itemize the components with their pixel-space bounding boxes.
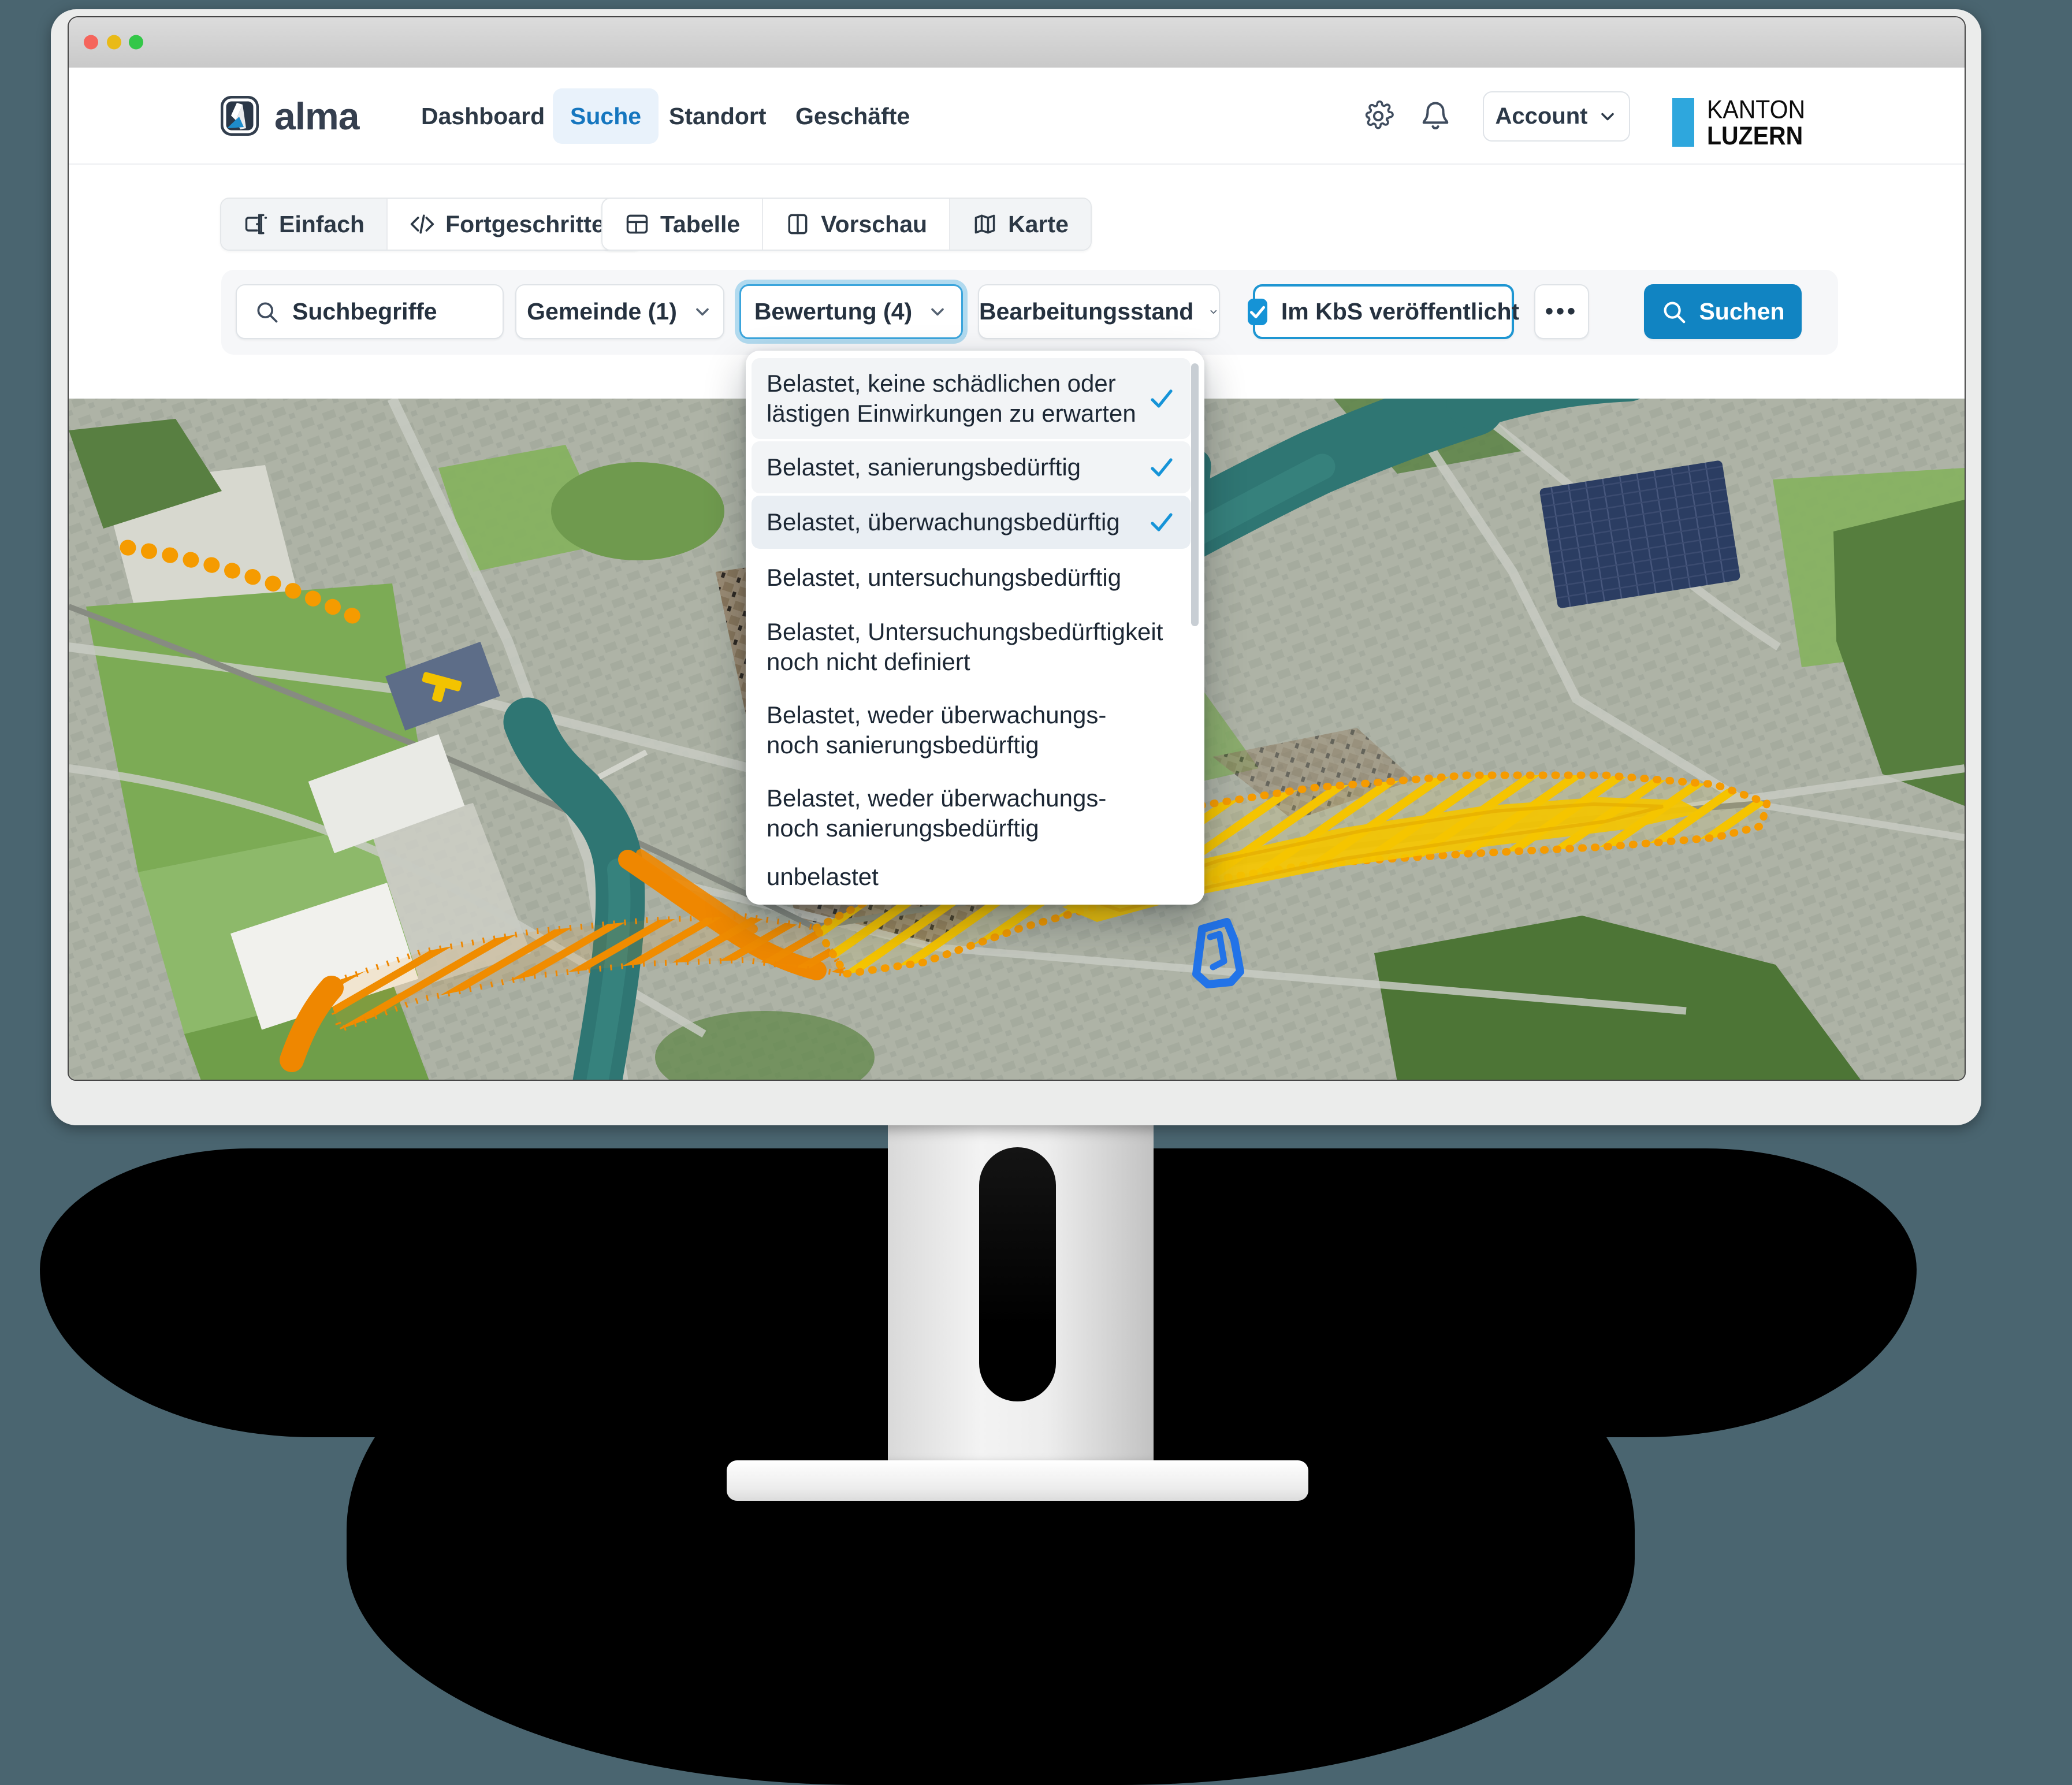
code-brackets-icon bbox=[410, 211, 435, 237]
suchen-button-label: Suchen bbox=[1699, 298, 1784, 325]
bewertung-filter-dropdown[interactable]: Bewertung (4) bbox=[739, 284, 963, 339]
nav-item-standort[interactable]: Standort bbox=[669, 88, 767, 144]
gemeinde-filter-label: Gemeinde (1) bbox=[527, 298, 677, 325]
kbs-published-label: Im KbS veröffentlicht bbox=[1281, 298, 1519, 325]
dropdown-option-label: Belastet, keine schädlichen oder lästige… bbox=[767, 369, 1148, 429]
dropdown-option-label: Belastet, weder überwachungs- noch sanie… bbox=[767, 783, 1176, 843]
search-mode-tabs: Einfach Fortgeschritten bbox=[220, 198, 642, 251]
monitor-stand-cable-slot bbox=[979, 1147, 1056, 1401]
kbs-published-toggle[interactable]: Im KbS veröffentlicht bbox=[1253, 284, 1514, 339]
bewertung-filter-label: Bewertung (4) bbox=[754, 298, 912, 325]
check-icon bbox=[1148, 385, 1176, 412]
dropdown-option-label: Belastet, überwachungsbedürftig bbox=[767, 507, 1148, 537]
account-label: Account bbox=[1496, 103, 1588, 129]
dropdown-option[interactable]: unbelastet bbox=[752, 856, 1191, 898]
chevron-down-icon bbox=[927, 302, 948, 322]
dropdown-option-label: Belastet, sanierungsbedürftig bbox=[767, 452, 1148, 482]
dropdown-option-label: Belastet, weder überwachungs- noch sanie… bbox=[767, 700, 1176, 760]
tab-karte-label: Karte bbox=[1008, 211, 1069, 238]
map-icon bbox=[972, 211, 998, 237]
bearbeitungsstand-filter-dropdown[interactable]: Bearbeitungsstand bbox=[978, 284, 1220, 339]
search-icon bbox=[254, 299, 280, 325]
suchen-button[interactable]: Suchen bbox=[1644, 284, 1802, 339]
window-titlebar bbox=[69, 17, 1965, 69]
chevron-down-icon bbox=[692, 302, 713, 322]
search-icon bbox=[1661, 299, 1687, 325]
kanton-line1: KANTON bbox=[1707, 96, 1805, 122]
dropdown-option[interactable]: Belastet, weder überwachungs- noch sanie… bbox=[752, 773, 1191, 854]
monitor-stand-base bbox=[727, 1460, 1308, 1501]
chevron-down-icon bbox=[1208, 302, 1219, 322]
kanton-line2: LUZERN bbox=[1707, 122, 1805, 148]
tab-tabelle-label: Tabelle bbox=[660, 211, 740, 238]
dropdown-option-label: Belastet, untersuchungsbedürftig bbox=[767, 563, 1176, 593]
account-menu-button[interactable]: Account bbox=[1483, 91, 1630, 142]
dropdown-scrollbar-thumb[interactable] bbox=[1191, 363, 1199, 626]
window-close-button[interactable] bbox=[84, 35, 98, 50]
chevron-down-icon bbox=[1597, 106, 1618, 127]
filter-bar: Suchbegriffe Gemeinde (1) Bewertung (4) … bbox=[221, 270, 1838, 355]
table-icon bbox=[624, 211, 650, 237]
tab-einfach[interactable]: Einfach bbox=[221, 199, 388, 250]
brand-wordmark: alma bbox=[274, 88, 359, 144]
window-zoom-button[interactable] bbox=[129, 35, 143, 50]
tab-vorschau[interactable]: Vorschau bbox=[763, 199, 950, 250]
window-minimize-button[interactable] bbox=[107, 35, 121, 50]
dropdown-option[interactable]: Belastet, überwachungsbedürftig bbox=[752, 496, 1191, 549]
settings-gear-icon[interactable] bbox=[1363, 101, 1394, 132]
tab-fortgeschritten-label: Fortgeschritten bbox=[445, 211, 619, 238]
result-view-tabs: Tabelle Vorschau Karte bbox=[601, 198, 1092, 251]
search-placeholder: Suchbegriffe bbox=[292, 298, 437, 325]
tab-vorschau-label: Vorschau bbox=[821, 211, 927, 238]
bearbeitungsstand-filter-label: Bearbeitungsstand bbox=[979, 298, 1193, 325]
notifications-bell-icon[interactable] bbox=[1420, 101, 1451, 132]
kanton-luzern-mark bbox=[1672, 98, 1694, 147]
split-panel-icon bbox=[785, 211, 810, 237]
checkbox-checked-icon[interactable] bbox=[1248, 299, 1267, 325]
dropdown-option[interactable]: Belastet, sanierungsbedürftig bbox=[752, 441, 1191, 493]
rename-cursor-icon bbox=[243, 211, 269, 237]
tab-tabelle[interactable]: Tabelle bbox=[602, 199, 763, 250]
more-filters-button[interactable]: ••• bbox=[1534, 284, 1589, 339]
nav-item-suche[interactable]: Suche bbox=[553, 88, 659, 144]
app-window: alma Dashboard Suche Standort Geschäfte … bbox=[68, 16, 1966, 1081]
nav-item-geschaefte[interactable]: Geschäfte bbox=[795, 88, 910, 144]
kanton-luzern-logo: KANTON LUZERN bbox=[1672, 98, 1805, 147]
dropdown-option-label: unbelastet bbox=[767, 862, 1176, 892]
dropdown-option[interactable]: Belastet, weder überwachungs- noch sanie… bbox=[752, 690, 1191, 771]
nav-item-dashboard[interactable]: Dashboard bbox=[421, 88, 545, 144]
alma-logo-icon bbox=[220, 95, 260, 137]
check-icon bbox=[1148, 453, 1176, 481]
check-icon bbox=[1148, 508, 1176, 536]
search-input[interactable]: Suchbegriffe bbox=[236, 284, 504, 339]
top-navbar: alma Dashboard Suche Standort Geschäfte … bbox=[69, 68, 1965, 165]
more-filters-dots: ••• bbox=[1545, 299, 1578, 325]
dropdown-option[interactable]: Belastet, Untersuchungsbedürftigkeit noc… bbox=[752, 607, 1191, 687]
tab-karte[interactable]: Karte bbox=[950, 199, 1091, 250]
bewertung-dropdown-panel: Belastet, keine schädlichen oder lästige… bbox=[746, 351, 1204, 905]
dropdown-option-label: Belastet, Untersuchungsbedürftigkeit noc… bbox=[767, 617, 1176, 677]
dropdown-option[interactable]: Belastet, keine schädlichen oder lästige… bbox=[752, 358, 1191, 439]
dropdown-option[interactable]: Belastet, untersuchungsbedürftig bbox=[752, 551, 1191, 604]
tab-einfach-label: Einfach bbox=[279, 211, 364, 238]
gemeinde-filter-dropdown[interactable]: Gemeinde (1) bbox=[515, 284, 724, 339]
